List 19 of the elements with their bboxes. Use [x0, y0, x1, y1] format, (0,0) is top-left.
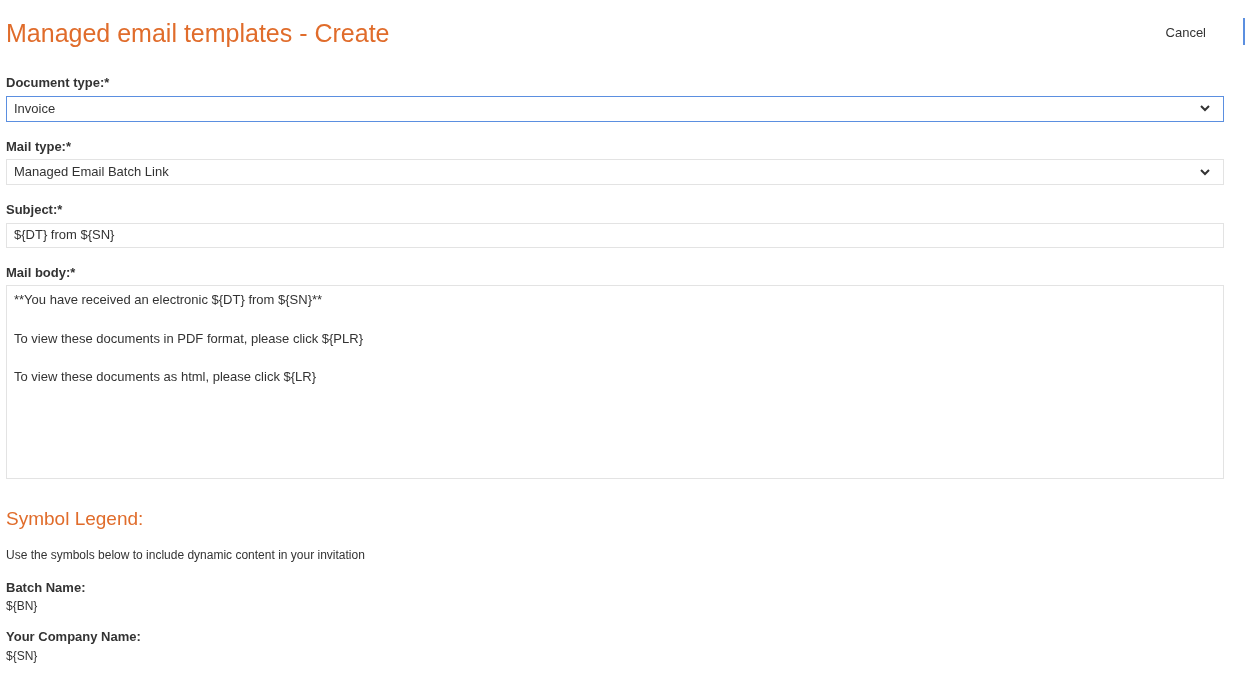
symbol-name: Batch Name: [6, 578, 87, 597]
field-label: Mail type:* [6, 137, 72, 156]
page-title: Managed email templates - Create [6, 18, 390, 49]
symbol-code: ${BN} [6, 598, 39, 615]
field-label: Mail body:* [6, 263, 77, 282]
field-label: Subject:* [6, 201, 64, 219]
input-field[interactable]: ${DT} from ${SN} [6, 222, 1224, 248]
select-field[interactable]: Managed Email Batch Link [6, 159, 1224, 185]
textarea-field[interactable]: **You have received an electronic ${DT} from ${SN}** To view these documents in PDF format, please click ${PLR} To view these documents as html, please click ${LR} [6, 285, 1224, 479]
legend-intro: Use the symbols below to include dynamic content in your invitation [6, 546, 366, 564]
cancel-button[interactable]: Cancel [1165, 23, 1206, 43]
select-field[interactable]: Invoice [6, 95, 1224, 122]
chevron-down-icon [1200, 105, 1210, 112]
symbol-name: Your Company Name: [6, 628, 142, 646]
edge-marker [1243, 18, 1245, 45]
chevron-down-icon [1200, 168, 1210, 176]
section-title: Symbol Legend: [6, 507, 145, 531]
field-label: Document type:* [6, 74, 111, 92]
symbol-code: ${SN} [6, 647, 39, 665]
